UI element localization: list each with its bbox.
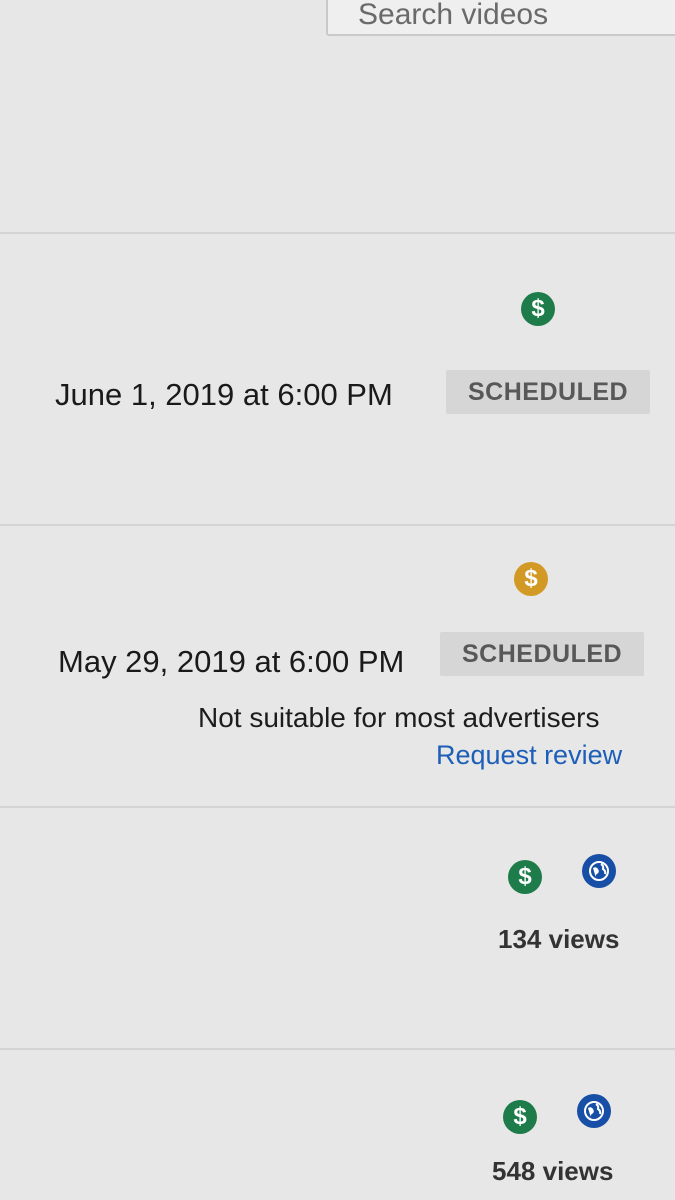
scheduled-date: May 29, 2019 at 6:00 PM: [58, 644, 405, 679]
dollar-icon[interactable]: $: [503, 1100, 537, 1134]
view-count: 134 views: [498, 924, 620, 954]
globe-icon[interactable]: [582, 854, 616, 888]
dollar-icon[interactable]: $: [514, 562, 548, 596]
view-count: 548 views: [492, 1156, 614, 1186]
status-badge: SCHEDULED: [446, 370, 651, 414]
globe-icon[interactable]: [577, 1094, 611, 1128]
video-row[interactable]: $ 134 views: [0, 808, 675, 1048]
video-row[interactable]: $ 548 views: [0, 1050, 675, 1200]
dollar-icon[interactable]: $: [521, 292, 555, 326]
monetization-restriction-text: Not suitable for most advertisers: [198, 702, 600, 733]
status-badge: SCHEDULED: [440, 632, 645, 676]
search-input[interactable]: Search videos: [326, 0, 675, 36]
video-row[interactable]: $ June 1, 2019 at 6:00 PM SCHEDULED: [0, 234, 675, 524]
request-review-link[interactable]: Request review: [436, 740, 622, 771]
search-placeholder: Search videos: [358, 0, 549, 31]
dollar-icon[interactable]: $: [508, 860, 542, 894]
video-row[interactable]: $ May 29, 2019 at 6:00 PM SCHEDULED Not …: [0, 526, 675, 806]
scheduled-date: June 1, 2019 at 6:00 PM: [55, 377, 393, 412]
